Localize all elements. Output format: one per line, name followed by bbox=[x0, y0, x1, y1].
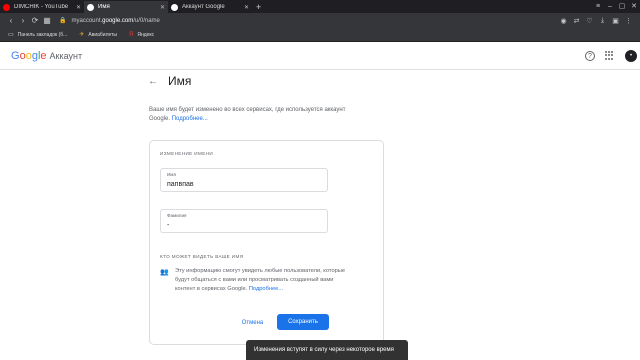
snackbar-toast: Изменения вступят в силу через некоторое… bbox=[246, 340, 408, 360]
last-name-label: Фамилия bbox=[167, 213, 187, 218]
menu-icon[interactable]: ≡ bbox=[592, 1, 604, 13]
bookmark-yandex[interactable]: Я Яндекс bbox=[129, 32, 154, 38]
window-controls: ≡ – ▢ ✕ bbox=[592, 1, 640, 13]
bookmark-label: Авиабилеты bbox=[88, 31, 117, 38]
learn-more-link[interactable]: Подробнее... bbox=[172, 116, 208, 122]
bookmarks-bar: ▭ Панель закладок (б... ✈ Авиабилеты Я Я… bbox=[0, 28, 640, 42]
visibility-info: Эту информацию смогут увидеть любые поль… bbox=[175, 267, 350, 294]
first-name-label: Имя bbox=[167, 172, 176, 177]
google-icon bbox=[171, 3, 178, 11]
save-button[interactable]: Сохранить bbox=[277, 314, 329, 330]
people-icon: 👥 bbox=[160, 269, 169, 276]
download-icon[interactable]: ⤓ bbox=[596, 17, 609, 25]
section-title: ИЗМЕНЕНИЕ ИМЕНИ bbox=[160, 151, 214, 156]
avatar[interactable]: • bbox=[625, 49, 637, 62]
close-icon[interactable]: ✕ bbox=[76, 4, 81, 11]
last-name-field[interactable]: Фамилия - bbox=[160, 209, 328, 233]
address-bar: ‹ › ⟳ ▦ 🔒 myaccount. google.com/u/0/name … bbox=[0, 13, 640, 28]
tab-youtube[interactable]: DIMCHIK - YouTube ✕ bbox=[0, 1, 84, 13]
wallet-icon[interactable]: ▣ bbox=[609, 17, 622, 25]
url-prefix: myaccount. bbox=[71, 17, 103, 24]
visibility-learn-more-link[interactable]: Подробнее... bbox=[249, 286, 283, 292]
url-domain: google.com bbox=[102, 17, 134, 24]
bookmark-avia[interactable]: ✈ Авиабилеты bbox=[79, 31, 117, 39]
google-account-logo[interactable]: Google Аккаунт bbox=[11, 50, 82, 62]
reload-icon[interactable]: ⟳ bbox=[29, 16, 41, 25]
forward-icon[interactable]: › bbox=[17, 16, 29, 25]
product-name: Аккаунт bbox=[49, 50, 83, 61]
tab-google-account[interactable]: Аккаунт Google ✕ bbox=[168, 1, 252, 13]
name-card: ИЗМЕНЕНИЕ ИМЕНИ Имя папвпав Фамилия - КТ… bbox=[149, 140, 384, 345]
youtube-icon bbox=[3, 3, 10, 11]
tab-label: DIMCHIK - YouTube bbox=[14, 4, 69, 10]
tab-label: Имя bbox=[98, 4, 110, 10]
plane-icon: ✈ bbox=[79, 32, 85, 38]
bookmark-label: Яндекс bbox=[137, 31, 155, 38]
bookmark-folder[interactable]: ▭ Панель закладок (б... bbox=[8, 31, 68, 39]
yandex-icon: Я bbox=[129, 31, 134, 38]
help-icon[interactable]: ? bbox=[585, 50, 595, 61]
close-window-icon[interactable]: ✕ bbox=[628, 1, 640, 13]
lock-icon: 🔒 bbox=[59, 18, 67, 24]
maximize-icon[interactable]: ▢ bbox=[616, 1, 628, 13]
google-logo: Google bbox=[11, 49, 47, 62]
camera-icon[interactable]: ◉ bbox=[557, 17, 570, 25]
bookmark-label: Панель закладок (б... bbox=[17, 31, 68, 38]
cancel-button[interactable]: Отмена bbox=[235, 316, 270, 330]
folder-icon: ▭ bbox=[8, 32, 14, 38]
page-title: Имя bbox=[168, 74, 192, 88]
bookmark-icon[interactable]: ♡ bbox=[583, 17, 596, 25]
speed-dial-icon[interactable]: ▦ bbox=[41, 16, 53, 25]
last-name-value[interactable]: - bbox=[167, 222, 169, 229]
close-icon[interactable]: ✕ bbox=[160, 4, 165, 11]
back-arrow-icon[interactable]: ← bbox=[148, 76, 158, 87]
close-icon[interactable]: ✕ bbox=[244, 4, 249, 11]
google-icon bbox=[87, 3, 94, 11]
translate-icon[interactable]: ⇄ bbox=[570, 17, 583, 25]
tab-bar: DIMCHIK - YouTube ✕ Имя ✕ Аккаунт Google… bbox=[0, 0, 640, 13]
tab-name[interactable]: Имя ✕ bbox=[84, 1, 168, 13]
apps-grid-icon[interactable] bbox=[605, 50, 615, 61]
page-description: Ваше имя будет изменено во всех сервисах… bbox=[149, 106, 349, 124]
tab-label: Аккаунт Google bbox=[182, 4, 225, 10]
extensions-icon[interactable]: ⋮ bbox=[622, 17, 635, 25]
first-name-field[interactable]: Имя папвпав bbox=[160, 168, 328, 192]
account-header: Google Аккаунт ? • bbox=[0, 42, 640, 70]
visibility-title: КТО МОЖЕТ ВИДЕТЬ ВАШЕ ИМЯ bbox=[160, 254, 244, 259]
new-tab-button[interactable]: + bbox=[252, 1, 265, 13]
minimize-icon[interactable]: – bbox=[604, 1, 616, 13]
url-path: /u/0/name bbox=[133, 17, 160, 24]
first-name-value[interactable]: папвпав bbox=[167, 181, 194, 188]
url-field[interactable]: 🔒 myaccount. google.com/u/0/name bbox=[59, 15, 160, 26]
back-icon[interactable]: ‹ bbox=[5, 16, 17, 25]
